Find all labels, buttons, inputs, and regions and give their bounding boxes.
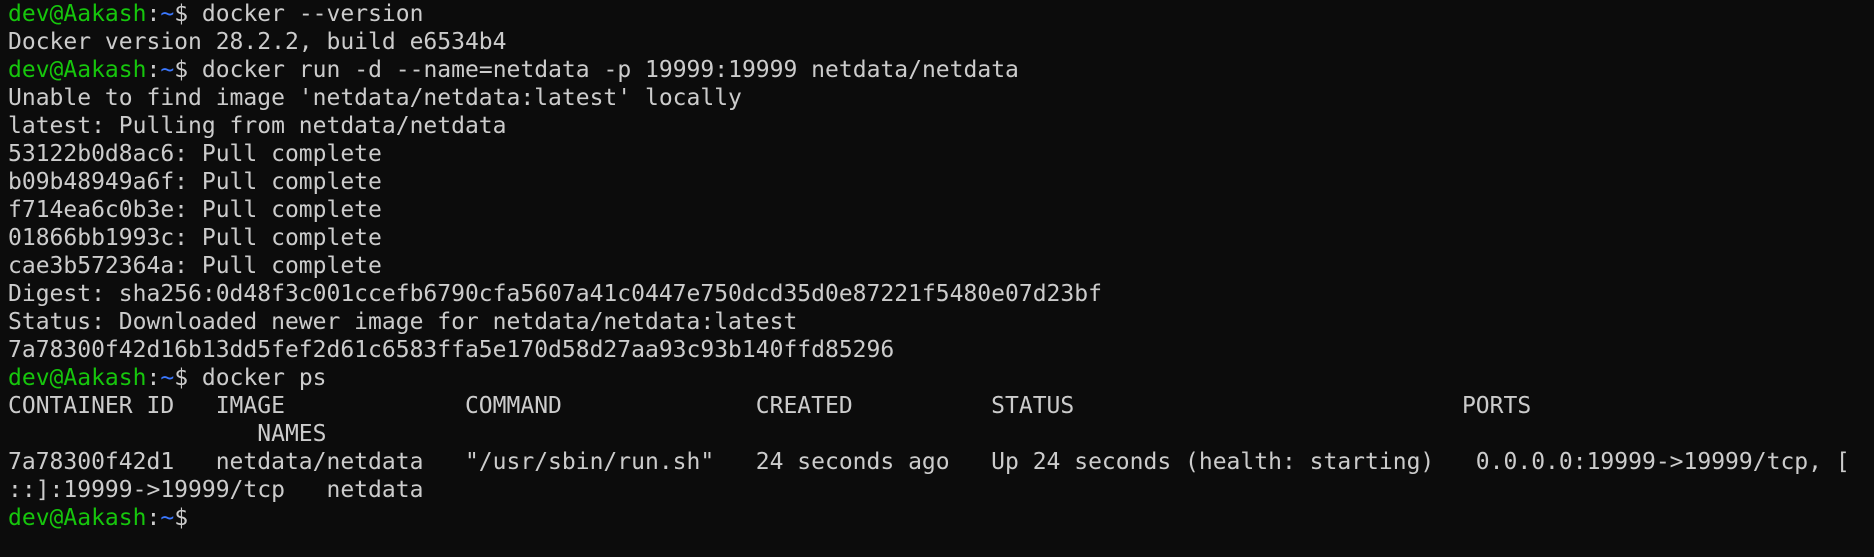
prompt-symbol: $	[174, 1, 202, 27]
prompt-symbol: $	[174, 365, 202, 391]
prompt-path: ~	[160, 57, 175, 83]
prompt-sep: :	[146, 505, 161, 531]
table-header: CONTAINER ID IMAGE COMMAND CREATED STATU…	[8, 393, 1532, 419]
table-row-wrap: ::]:19999->19999/tcp netdata	[8, 477, 424, 503]
output-line: Unable to find image 'netdata/netdata:la…	[8, 85, 742, 111]
output-line: Digest: sha256:0d48f3c001ccefb6790cfa560…	[8, 281, 1102, 307]
prompt-line: dev@Aakash:~$ docker run -d --name=netda…	[8, 56, 1874, 84]
prompt-sep: :	[146, 1, 161, 27]
prompt-user: dev@Aakash	[8, 365, 147, 391]
prompt-user: dev@Aakash	[8, 1, 147, 27]
table-header-wrap: NAMES	[8, 421, 327, 447]
prompt-sep: :	[146, 365, 161, 391]
prompt-symbol: $	[174, 505, 202, 531]
command-text: docker ps	[201, 365, 327, 391]
output-line: 01866bb1993c: Pull complete	[8, 225, 382, 251]
output-line: Docker version 28.2.2, build e6534b4	[8, 29, 507, 55]
prompt-path: ~	[160, 1, 175, 27]
prompt-path: ~	[160, 505, 175, 531]
output-line: latest: Pulling from netdata/netdata	[8, 113, 507, 139]
prompt-user: dev@Aakash	[8, 505, 147, 531]
prompt-line: dev@Aakash:~$ docker ps	[8, 364, 1874, 392]
prompt-sep: :	[146, 57, 161, 83]
terminal-window[interactable]: dev@Aakash:~$ docker --version Docker ve…	[0, 0, 1874, 532]
output-line: b09b48949a6f: Pull complete	[8, 169, 382, 195]
prompt-line: dev@Aakash:~$ docker --version	[8, 0, 1874, 28]
command-text: docker run -d --name=netdata -p 19999:19…	[201, 57, 1019, 83]
prompt-line[interactable]: dev@Aakash:~$	[8, 504, 1874, 532]
output-line: Status: Downloaded newer image for netda…	[8, 309, 798, 335]
output-line: 53122b0d8ac6: Pull complete	[8, 141, 382, 167]
prompt-path: ~	[160, 365, 175, 391]
output-line: 7a78300f42d16b13dd5fef2d61c6583ffa5e170d…	[8, 337, 895, 363]
table-row: 7a78300f42d1 netdata/netdata "/usr/sbin/…	[8, 449, 1850, 475]
command-text: docker --version	[201, 1, 424, 27]
prompt-symbol: $	[174, 57, 202, 83]
output-line: cae3b572364a: Pull complete	[8, 253, 382, 279]
prompt-user: dev@Aakash	[8, 57, 147, 83]
output-line: f714ea6c0b3e: Pull complete	[8, 197, 382, 223]
